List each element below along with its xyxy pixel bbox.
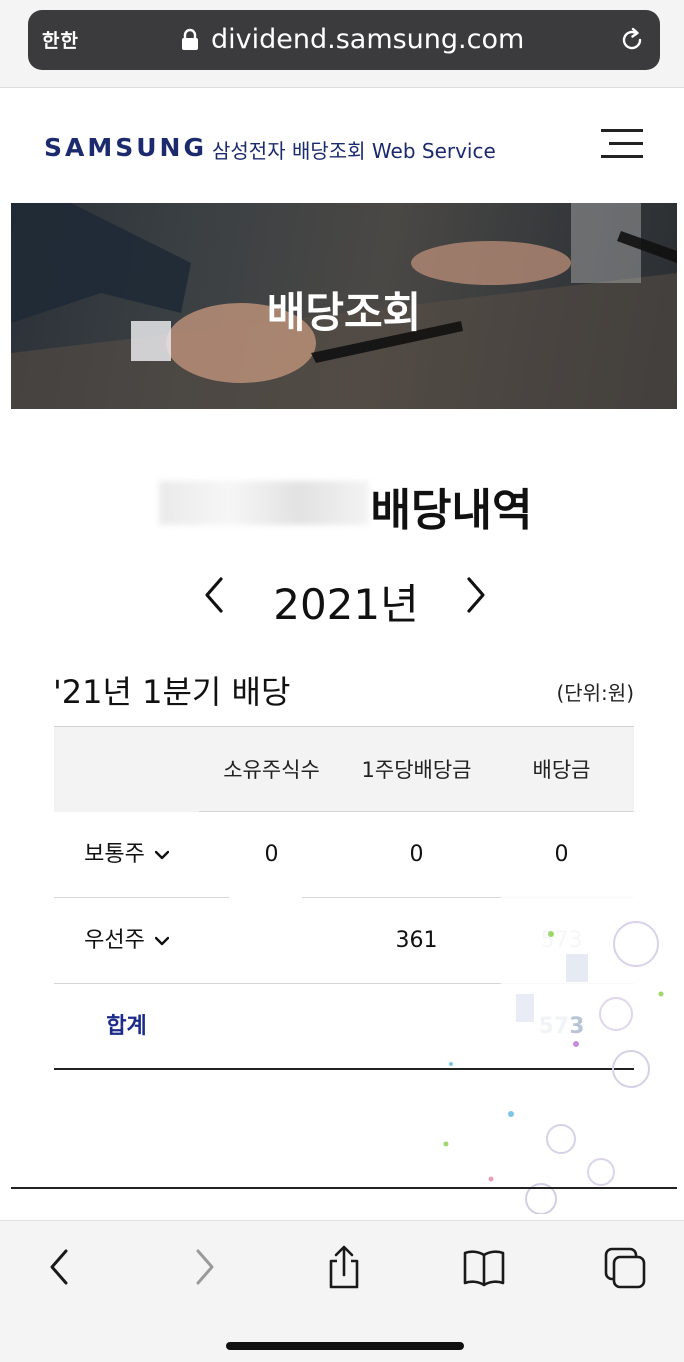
tabs-icon[interactable] [604,1245,648,1289]
section-title: 배당내역 [370,485,533,536]
table-header: 소유주식수 1주당배당금 배당금 [54,726,634,812]
service-title: 삼성전자 배당조회 Web Service [212,139,496,163]
header-per-share: 1주당배당금 [361,758,472,782]
back-icon[interactable] [38,1245,82,1289]
chevron-right-icon[interactable] [461,575,491,615]
row-label-preferred[interactable]: 우선주 [54,898,199,984]
table-row: 보통주 0 0 0 [54,812,634,898]
dividend-table: 소유주식수 1주당배당금 배당금 보통주 0 0 0 우선주 361 573 합 [54,726,634,1070]
url-text[interactable]: dividend.samsung.com [211,24,524,55]
year-selector: 2021년 [11,567,677,629]
header-shares: 소유주식수 [223,758,320,782]
reload-icon[interactable] [618,26,646,54]
table-total-row: 합계 573 [54,984,634,1070]
browser-bottom-toolbar [0,1220,684,1362]
header-dividend: 배당금 [532,758,591,782]
per-share-cell: 0 [409,842,424,867]
dividend-cell: 573 [540,928,583,953]
total-label: 합계 [106,1014,147,1039]
hero-title: 배당조회 [266,288,422,337]
per-share-cell: 361 [395,928,438,953]
home-indicator[interactable] [226,1342,464,1350]
lock-icon [182,28,198,50]
hamburger-menu-icon[interactable] [601,129,643,159]
table-row: 우선주 361 573 [54,898,634,984]
browser-top-bar: 한한 dividend.samsung.com [0,0,684,88]
share-icon[interactable] [322,1245,366,1289]
page-settings-button[interactable]: 한한 [42,26,79,53]
hero-banner: 배당조회 [11,203,677,409]
chevron-left-icon[interactable] [199,575,229,615]
chevron-down-icon [154,936,169,946]
samsung-logo[interactable]: SAMSUNG [44,133,207,162]
forward-icon[interactable] [182,1245,226,1289]
quarter-title: '21년 1분기 배당 [53,673,291,711]
total-divider [54,1068,634,1070]
page-divider [11,1187,677,1189]
dividend-cell: 0 [554,842,569,867]
row-label-common[interactable]: 보통주 [54,812,199,898]
unit-label: (단위:원) [556,681,634,705]
address-bar[interactable]: 한한 dividend.samsung.com [28,10,660,70]
chevron-down-icon [154,850,169,860]
site-header: SAMSUNG 삼성전자 배당조회 Web Service [11,89,677,203]
shares-cell [199,898,344,984]
total-dividend-cell: 573 [538,1014,585,1039]
year-label: 2021년 [273,580,419,629]
header-cell [54,727,199,813]
shares-cell: 0 [264,842,279,867]
bookmarks-icon[interactable] [462,1245,506,1289]
web-page: SAMSUNG 삼성전자 배당조회 Web Service 배당조회 배당내역 … [11,89,677,1219]
